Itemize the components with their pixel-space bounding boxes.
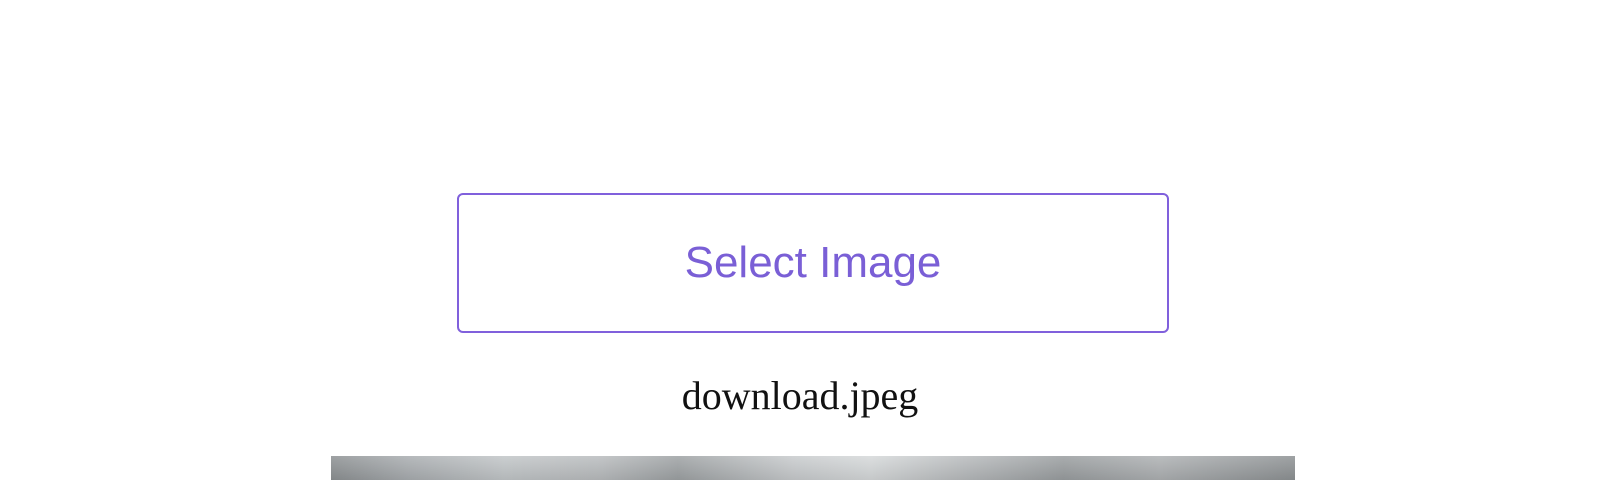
image-preview: [331, 456, 1295, 480]
select-image-button[interactable]: Select Image: [457, 193, 1169, 333]
selected-filename: download.jpeg: [681, 373, 919, 418]
